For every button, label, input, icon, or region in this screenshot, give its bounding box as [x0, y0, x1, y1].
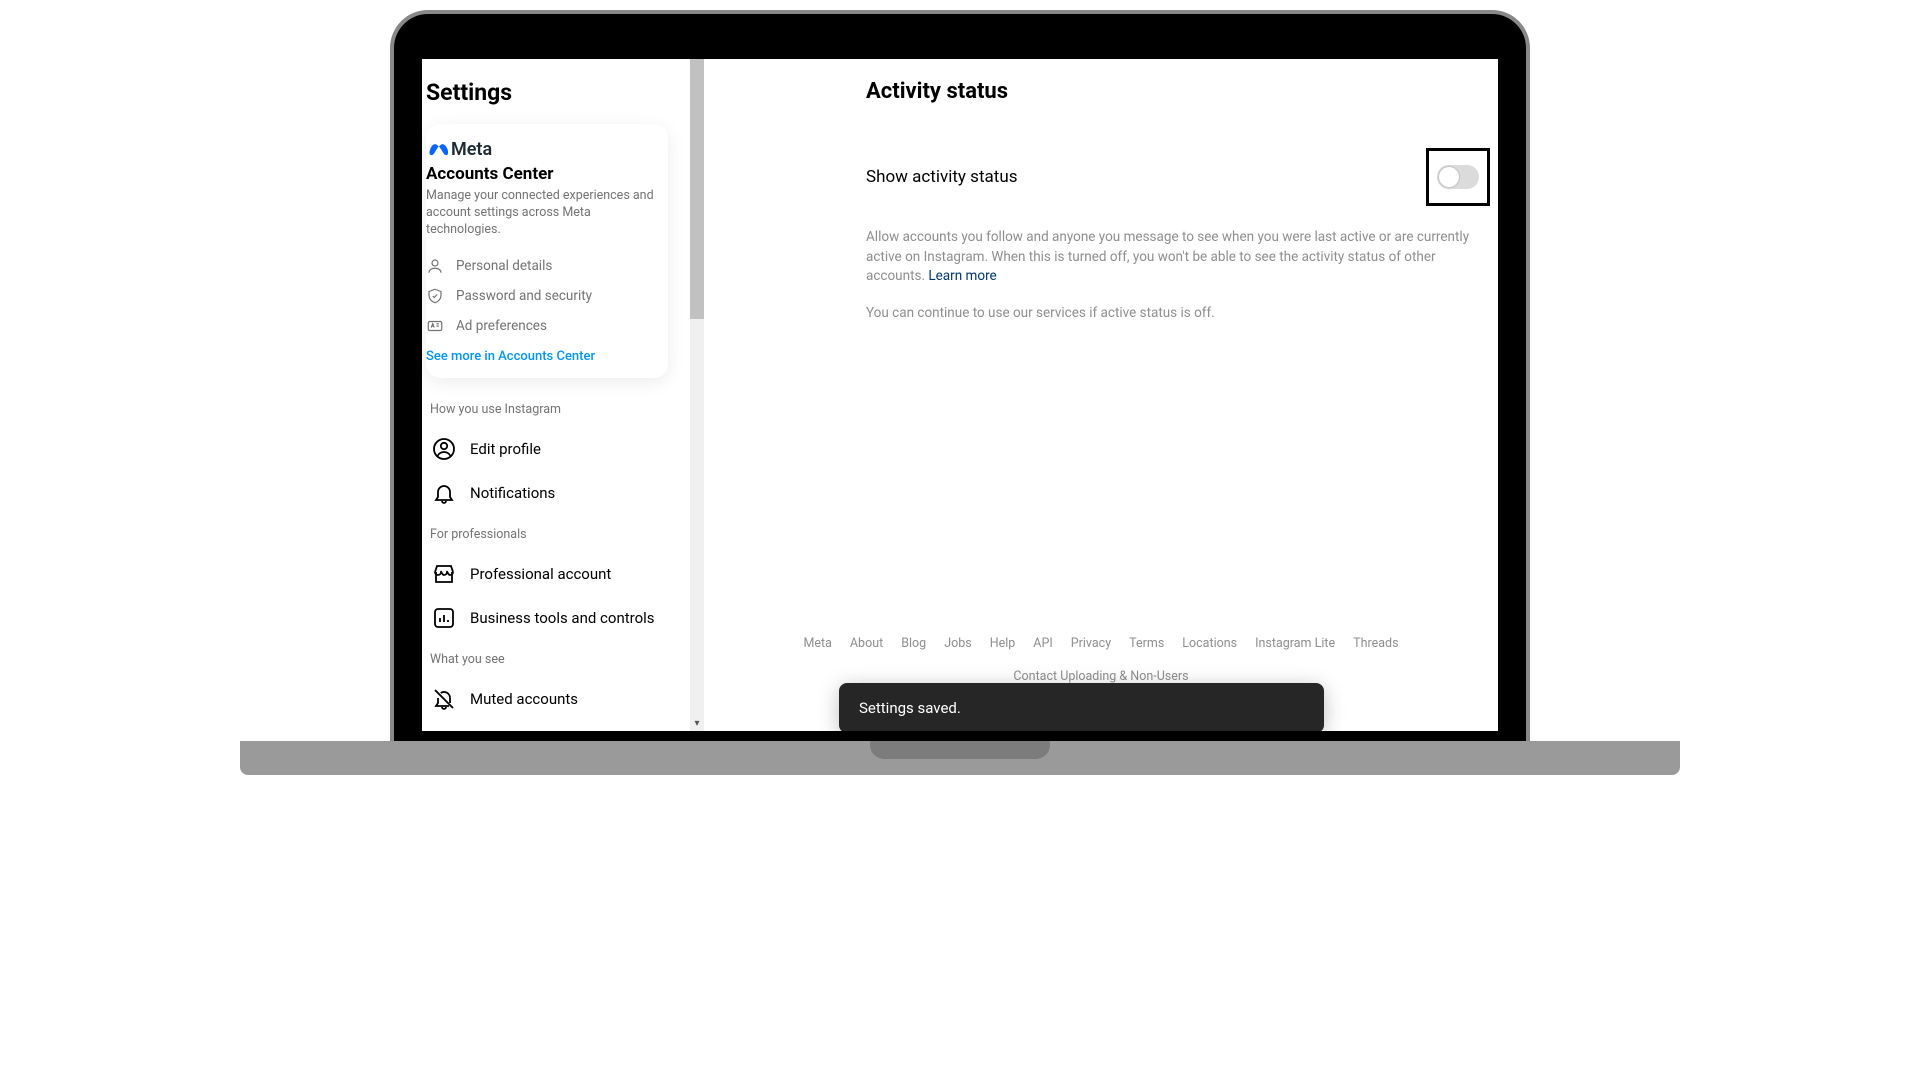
footer-link[interactable]: Jobs — [944, 636, 972, 651]
footer-link[interactable]: Threads — [1353, 636, 1398, 651]
sidebar-item-label: Professional account — [470, 565, 611, 583]
accounts-item-ad-preferences[interactable]: Ad preferences — [426, 311, 654, 341]
footer-link[interactable]: Instagram Lite — [1255, 636, 1335, 651]
meta-brand: Meta — [426, 138, 654, 160]
toast-settings-saved: Settings saved. — [839, 683, 1324, 731]
activity-status-toggle[interactable] — [1437, 165, 1479, 189]
sidebar-item-label: Edit profile — [470, 440, 541, 458]
laptop-base — [240, 741, 1680, 775]
laptop-trackpad-notch — [870, 741, 1050, 759]
sidebar-section-see: What you see Muted accounts — [426, 652, 690, 721]
scrollbar-down-icon[interactable]: ▾ — [690, 718, 704, 729]
sidebar-item-professional-account[interactable]: Professional account — [426, 552, 678, 596]
sidebar-item-business-tools[interactable]: Business tools and controls — [426, 596, 678, 640]
toast-message: Settings saved. — [859, 699, 961, 717]
accounts-center-desc: Manage your connected experiences and ac… — [426, 188, 654, 239]
settings-sidebar: Settings Meta Accounts Center Manage you… — [422, 59, 690, 731]
accounts-item-personal-details[interactable]: Personal details — [426, 251, 654, 281]
sidebar-section-pro: For professionals Professional account B… — [426, 527, 690, 640]
footer-link[interactable]: About — [850, 636, 883, 651]
shield-check-icon — [426, 287, 444, 305]
content-title: Activity status — [866, 79, 1498, 104]
section-label: How you use Instagram — [430, 402, 678, 417]
meta-brand-text: Meta — [451, 139, 492, 160]
footer-link[interactable]: Blog — [901, 636, 926, 651]
main-content: Activity status Show activity status All… — [704, 59, 1498, 731]
toggle-highlight-box — [1426, 148, 1490, 206]
show-activity-status-row: Show activity status — [866, 148, 1498, 206]
accounts-center-title: Accounts Center — [426, 164, 654, 184]
footer-link[interactable]: Help — [990, 636, 1016, 651]
see-more-accounts-center-link[interactable]: See more in Accounts Center — [426, 349, 654, 364]
footer-link[interactable]: Privacy — [1071, 636, 1111, 651]
accounts-center-card[interactable]: Meta Accounts Center Manage your connect… — [426, 124, 668, 378]
laptop-frame: Settings Meta Accounts Center Manage you… — [240, 10, 1680, 775]
accounts-item-label: Personal details — [456, 258, 552, 274]
sidebar-item-label: Muted accounts — [470, 690, 578, 708]
accounts-item-label: Password and security — [456, 288, 592, 304]
footer-link[interactable]: Locations — [1182, 636, 1237, 651]
footer-link[interactable]: Terms — [1129, 636, 1164, 651]
sidebar-item-edit-profile[interactable]: Edit profile — [426, 427, 678, 471]
storefront-icon — [432, 562, 456, 586]
meta-logo-icon — [426, 138, 448, 160]
setting-note: You can continue to use our services if … — [866, 305, 1498, 321]
accounts-item-label: Ad preferences — [456, 318, 547, 334]
section-label: For professionals — [430, 527, 678, 542]
sidebar-item-notifications[interactable]: Notifications — [426, 471, 678, 515]
page-title: Settings — [426, 79, 690, 106]
learn-more-link[interactable]: Learn more — [928, 268, 996, 284]
setting-description: Allow accounts you follow and anyone you… — [866, 228, 1498, 287]
sidebar-item-label: Notifications — [470, 484, 555, 502]
toggle-knob — [1439, 167, 1459, 187]
profile-circle-icon — [432, 437, 456, 461]
sidebar-item-muted-accounts[interactable]: Muted accounts — [426, 677, 678, 721]
footer-links: Meta About Blog Jobs Help API Privacy Te… — [704, 636, 1498, 684]
laptop-bezel: Settings Meta Accounts Center Manage you… — [390, 10, 1530, 745]
footer-link[interactable]: Meta — [803, 636, 831, 651]
scrollbar-thumb[interactable] — [690, 59, 704, 319]
section-label: What you see — [430, 652, 678, 667]
bar-chart-icon — [432, 606, 456, 630]
person-icon — [426, 257, 444, 275]
app-window: Settings Meta Accounts Center Manage you… — [422, 59, 1498, 731]
sidebar-scrollbar[interactable]: ▾ — [690, 59, 704, 731]
sidebar-item-label: Business tools and controls — [470, 609, 655, 627]
footer-link[interactable]: API — [1033, 636, 1052, 651]
sidebar-region: Settings Meta Accounts Center Manage you… — [422, 59, 704, 731]
sidebar-section-how: How you use Instagram Edit profile Notif… — [426, 402, 690, 515]
setting-label: Show activity status — [866, 167, 1017, 187]
ad-icon — [426, 317, 444, 335]
footer-link[interactable]: Contact Uploading & Non-Users — [1013, 669, 1188, 684]
accounts-item-password-security[interactable]: Password and security — [426, 281, 654, 311]
bell-icon — [432, 481, 456, 505]
bell-off-icon — [432, 687, 456, 711]
